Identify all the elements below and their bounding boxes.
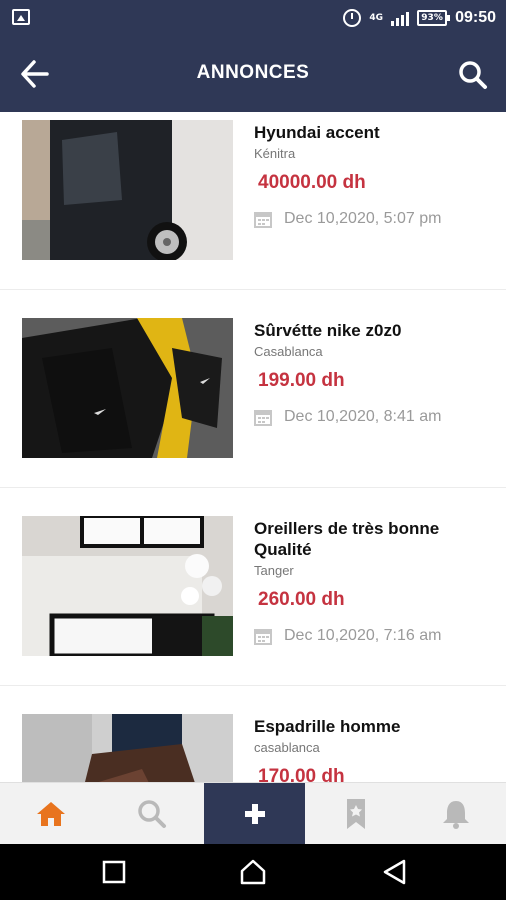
listings-list: Hyundai accent Kénitra 40000.00 dh Dec 1… xyxy=(0,112,506,782)
battery-level: 93% xyxy=(421,13,443,23)
listing-card[interactable]: Oreillers de très bonne Qualité Tanger 2… xyxy=(0,488,506,686)
listing-card[interactable]: Hyundai accent Kénitra 40000.00 dh Dec 1… xyxy=(0,112,506,290)
status-time: 09:50 xyxy=(455,9,496,26)
app-header: ANNONCES xyxy=(0,36,506,112)
listing-price: 170.00 dh xyxy=(258,766,345,782)
listing-city: Tanger xyxy=(254,563,294,578)
listing-date: Dec 10,2020, 8:41 am xyxy=(284,408,442,425)
battery-icon: 93% xyxy=(417,10,451,26)
plus-icon xyxy=(244,804,265,824)
status-bar: 4G 93% 09:50 xyxy=(0,0,506,36)
signal-icon xyxy=(391,10,410,26)
app-screen: 4G 93% 09:50 ANNONCES Hyundai accent Kén… xyxy=(0,0,506,900)
recent-apps-button[interactable] xyxy=(99,858,129,886)
page-title: ANNONCES xyxy=(196,62,310,83)
back-system-button[interactable] xyxy=(380,858,410,886)
bottom-nav xyxy=(0,782,506,845)
listing-city: Kénitra xyxy=(254,146,296,161)
listing-date-row: Dec 10,2020, 5:07 pm xyxy=(254,210,494,228)
listing-date: Dec 10,2020, 7:16 am xyxy=(284,627,442,644)
system-nav-bar xyxy=(0,844,506,900)
home-outline-icon xyxy=(240,859,266,885)
search-icon xyxy=(459,61,487,89)
listing-city: Casablanca xyxy=(254,344,323,359)
listing-date: Dec 10,2020, 5:07 pm xyxy=(284,210,442,227)
listing-price: 260.00 dh xyxy=(258,589,345,610)
listing-image xyxy=(22,516,233,656)
network-type: 4G xyxy=(369,13,384,23)
listing-title: Oreillers de très bonne Qualité xyxy=(254,519,440,559)
alarm-icon xyxy=(343,9,362,27)
listing-city: casablanca xyxy=(254,740,320,755)
calendar-icon xyxy=(254,410,272,426)
calendar-icon xyxy=(254,629,272,645)
home-system-button[interactable] xyxy=(238,858,268,886)
listing-card[interactable]: Sûrvétte nike z0z0 Casablanca 199.00 dh … xyxy=(0,290,506,488)
listing-image xyxy=(22,120,233,260)
search-icon xyxy=(137,800,166,828)
listing-date-row: Dec 10,2020, 7:16 am xyxy=(254,627,494,645)
square-icon xyxy=(102,860,126,884)
nav-add-listing[interactable] xyxy=(204,783,305,845)
listing-title: Espadrille homme xyxy=(254,717,401,736)
triangle-back-icon xyxy=(383,859,406,885)
listing-image xyxy=(22,318,233,458)
listing-card[interactable]: Espadrille homme casablanca 170.00 dh xyxy=(0,686,506,782)
listing-date-row: Dec 10,2020, 8:41 am xyxy=(254,408,494,426)
listing-image xyxy=(22,714,233,782)
listing-title: Sûrvétte nike z0z0 xyxy=(254,321,402,340)
nav-search[interactable] xyxy=(101,783,202,845)
nav-notifications[interactable] xyxy=(405,783,506,845)
nav-favorites[interactable] xyxy=(305,783,406,845)
nav-home[interactable] xyxy=(0,783,101,845)
bookmark-icon xyxy=(346,799,365,829)
listing-title: Hyundai accent xyxy=(254,123,380,142)
home-icon xyxy=(36,802,65,826)
calendar-icon xyxy=(254,212,272,228)
listing-price: 199.00 dh xyxy=(258,370,345,391)
listing-price: 40000.00 dh xyxy=(258,172,366,193)
search-button[interactable] xyxy=(456,58,490,92)
bell-icon xyxy=(442,801,469,829)
gallery-notification-icon xyxy=(12,9,30,25)
